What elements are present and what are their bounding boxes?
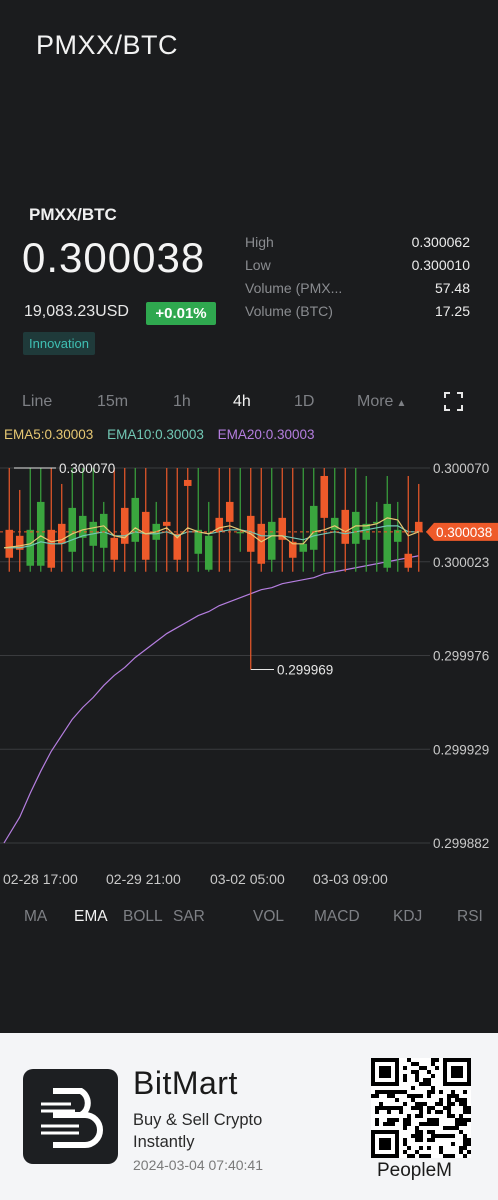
tab-ema[interactable]: EMA bbox=[74, 908, 108, 926]
candle-body bbox=[36, 501, 45, 566]
candle-body bbox=[225, 501, 234, 522]
tab-boll[interactable]: BOLL bbox=[123, 908, 163, 926]
x-tick-label: 03-03 09:00 bbox=[313, 871, 388, 887]
tab-more[interactable]: More ▲ bbox=[357, 393, 406, 411]
ticker-stats: High 0.300062 Low 0.300010 Volume (PMX..… bbox=[245, 231, 470, 323]
share-footer: BitMart Buy & Sell Crypto Instantly 2024… bbox=[0, 1033, 498, 1200]
stat-volume-pmx: Volume (PMX... 57.48 bbox=[245, 277, 470, 300]
y-tick-label: 0.300023 bbox=[433, 555, 489, 570]
stat-value: 0.300010 bbox=[411, 257, 470, 273]
y-tick-label: 0.299929 bbox=[433, 742, 489, 757]
timeframe-tabs: Line 15m 1h 4h 1D More ▲ bbox=[0, 390, 498, 418]
ticker-pair: PMXX/BTC bbox=[29, 205, 117, 224]
y-tick-label: 0.300070 bbox=[433, 461, 489, 476]
candle-body bbox=[183, 479, 192, 486]
candle-body bbox=[309, 505, 318, 550]
tab-line[interactable]: Line bbox=[22, 393, 52, 411]
candle-body bbox=[141, 511, 150, 560]
candle-body bbox=[131, 497, 140, 542]
candle-body bbox=[320, 475, 329, 518]
tab-ma[interactable]: MA bbox=[24, 908, 47, 926]
tab-4h[interactable]: 4h bbox=[233, 393, 251, 411]
change-badge: +0.01% bbox=[146, 302, 216, 325]
tab-15m[interactable]: 15m bbox=[97, 393, 128, 411]
bitmart-logo-icon bbox=[23, 1069, 118, 1164]
candlestick-chart[interactable]: 0.300070 0.300023 0.299976 0.299929 0.299882… bbox=[0, 455, 498, 900]
y-tick-label: 0.299882 bbox=[433, 836, 489, 851]
candle-body bbox=[26, 529, 35, 566]
candle-body bbox=[204, 535, 213, 570]
y-tick-label: 0.299976 bbox=[433, 649, 489, 664]
footer-timestamp: 2024-03-04 07:40:41 bbox=[133, 1157, 263, 1173]
tab-rsi[interactable]: RSI bbox=[457, 908, 483, 926]
candle-body bbox=[194, 529, 203, 554]
tab-1h[interactable]: 1h bbox=[173, 393, 191, 411]
stat-label: Volume (BTC) bbox=[245, 303, 333, 319]
tab-macd[interactable]: MACD bbox=[314, 908, 360, 926]
ema20-label: EMA20:0.30003 bbox=[217, 427, 315, 442]
x-tick-label: 02-29 21:00 bbox=[106, 871, 181, 887]
x-tick-label: 02-28 17:00 bbox=[3, 871, 78, 887]
ema-legend: EMA5:0.30003 EMA10:0.30003 EMA20:0.30003 bbox=[4, 427, 325, 442]
tab-vol[interactable]: VOL bbox=[253, 908, 284, 926]
ema20-line bbox=[3, 555, 419, 844]
candle-body bbox=[414, 521, 423, 532]
stat-high: High 0.300062 bbox=[245, 231, 470, 254]
candle-body bbox=[99, 513, 108, 548]
usd-value: 19,083.23USD bbox=[24, 303, 129, 320]
ema5-label: EMA5:0.30003 bbox=[4, 427, 94, 442]
candle-body bbox=[5, 529, 14, 558]
stat-value: 17.25 bbox=[434, 303, 470, 319]
stat-label: Volume (PMX... bbox=[245, 280, 343, 296]
page-title: PMXX/BTC bbox=[36, 30, 179, 60]
candle-body bbox=[47, 529, 56, 568]
candle-body bbox=[68, 507, 77, 552]
footer-tagline: Buy & Sell Crypto Instantly bbox=[133, 1111, 263, 1151]
qr-code-icon bbox=[371, 1058, 471, 1158]
candle-body bbox=[383, 503, 392, 568]
caret-down-icon: ▲ bbox=[396, 398, 407, 409]
candle-body bbox=[162, 521, 171, 526]
innovation-tag[interactable]: Innovation bbox=[23, 332, 95, 355]
stat-volume-btc: Volume (BTC) 17.25 bbox=[245, 300, 470, 323]
stat-value: 57.48 bbox=[434, 280, 470, 296]
candle-body bbox=[299, 543, 308, 552]
candle-body bbox=[341, 509, 350, 544]
stat-label: High bbox=[245, 234, 274, 250]
indicator-tabs: MA EMA BOLL SAR VOL MACD KDJ RSI bbox=[0, 906, 498, 930]
ema10-label: EMA10:0.30003 bbox=[107, 427, 204, 442]
tab-1d[interactable]: 1D bbox=[294, 393, 314, 411]
fullscreen-icon[interactable] bbox=[444, 392, 463, 411]
tab-sar[interactable]: SAR bbox=[173, 908, 205, 926]
candle-body bbox=[267, 521, 276, 560]
footer-brand: BitMart bbox=[133, 1065, 238, 1101]
last-price-label: 0.300038 bbox=[436, 525, 492, 540]
stat-label: Low bbox=[245, 257, 271, 273]
stat-low: Low 0.300010 bbox=[245, 254, 470, 277]
tab-more-label: More bbox=[357, 393, 394, 410]
candle-body bbox=[257, 523, 266, 564]
candle-body bbox=[78, 515, 87, 538]
candle-body bbox=[404, 553, 413, 568]
x-tick-label: 03-02 05:00 bbox=[210, 871, 285, 887]
footer-username: PeopleM bbox=[377, 1160, 452, 1181]
stat-value: 0.300062 bbox=[411, 234, 470, 250]
last-price: 0.300038 bbox=[22, 234, 206, 281]
tab-kdj[interactable]: KDJ bbox=[393, 908, 422, 926]
low-marker-label: 0.299969 bbox=[277, 662, 333, 677]
candle-body bbox=[110, 537, 119, 560]
high-marker-label: 0.300070 bbox=[59, 461, 115, 476]
